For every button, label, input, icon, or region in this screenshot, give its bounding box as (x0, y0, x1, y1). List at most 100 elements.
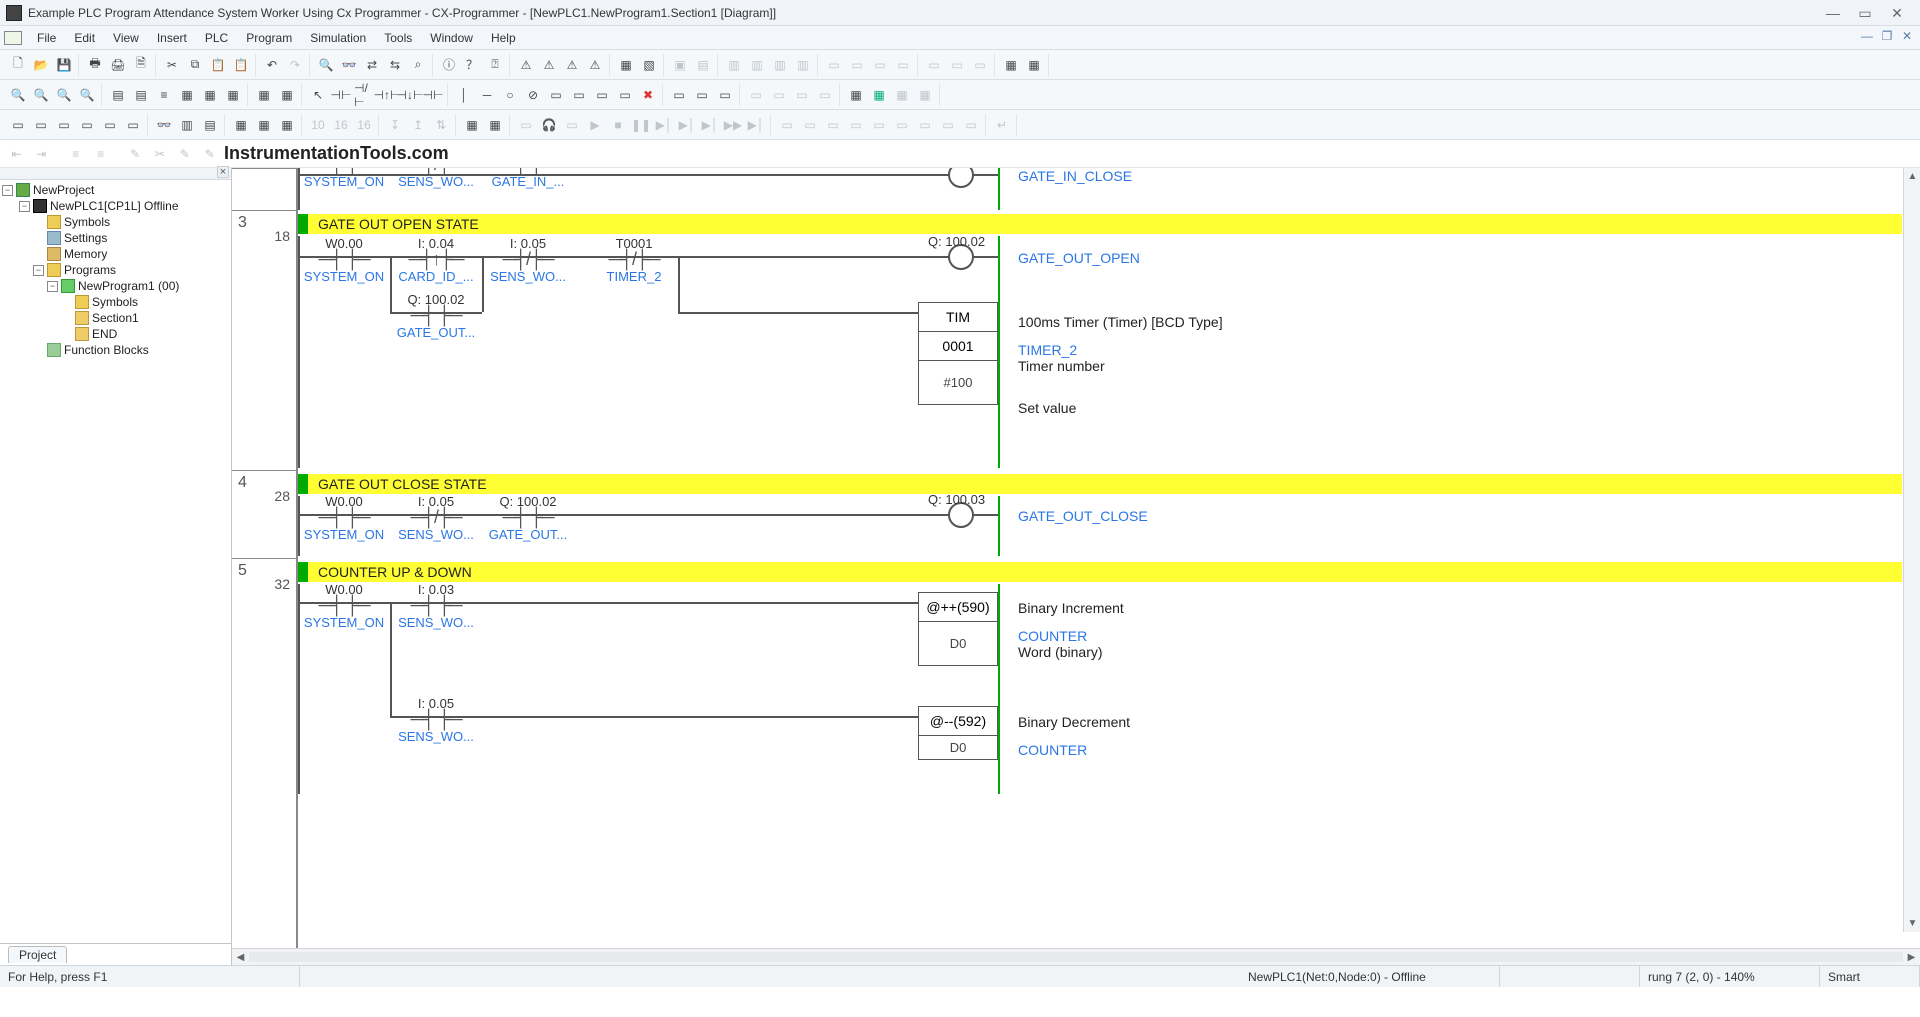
al-a-icon[interactable]: ≡ (65, 143, 86, 165)
vertical-scrollbar[interactable]: ▲ ▼ (1903, 168, 1920, 932)
menu-help[interactable]: Help (482, 28, 525, 48)
menu-file[interactable]: File (28, 28, 65, 48)
preview-icon[interactable]: 🖨 (107, 54, 129, 76)
find3-icon[interactable]: ⇄ (361, 54, 383, 76)
horizontal-scrollbar[interactable]: ◀ ▶ (232, 948, 1920, 965)
misc3-icon[interactable]: ✎ (174, 143, 195, 165)
grid1-icon[interactable]: ▦ (253, 84, 275, 106)
paste2-icon[interactable]: 📋 (230, 54, 252, 76)
step3-icon[interactable]: ▥ (769, 54, 791, 76)
copy-icon[interactable]: ⧉ (184, 54, 206, 76)
view1-icon[interactable]: ▤ (107, 84, 129, 106)
tree-memory[interactable]: Memory (2, 246, 229, 262)
w1-icon[interactable]: ▭ (7, 114, 29, 136)
y2-icon[interactable]: ▦ (253, 114, 275, 136)
pause-icon[interactable]: ❚❚ (630, 114, 652, 136)
al9-icon[interactable]: ▭ (960, 114, 982, 136)
contact[interactable]: I: 0.03─┤ ├─SENS_WO... (390, 582, 482, 630)
nls-icon[interactable]: ⊣↓⊢ (399, 84, 421, 106)
misc1-icon[interactable]: ✎ (125, 143, 146, 165)
al6-icon[interactable]: ▭ (891, 114, 913, 136)
scroll-track[interactable] (249, 952, 1903, 962)
project-tab[interactable]: Project (8, 946, 67, 963)
al5-icon[interactable]: ▭ (868, 114, 890, 136)
mdi-restore[interactable]: ❐ (1880, 29, 1894, 43)
paste-icon[interactable]: 📋 (207, 54, 229, 76)
mdi-close[interactable]: ✕ (1900, 29, 1914, 43)
mon2-icon[interactable]: ▭ (946, 54, 968, 76)
no-icon[interactable]: ⊣⊢ (330, 84, 352, 106)
contact[interactable]: W0.00─┤ ├─SYSTEM_ON (298, 236, 390, 284)
fn4-icon[interactable]: ▭ (614, 84, 636, 106)
zoom-in-icon[interactable]: 🔍 (7, 84, 29, 106)
menu-program[interactable]: Program (237, 28, 301, 48)
zoom3-icon[interactable]: 🔍 (53, 84, 75, 106)
contact[interactable]: I: 0.05─┤/├─SENS_WO... (482, 236, 574, 284)
ret-icon[interactable]: ↵ (991, 114, 1013, 136)
sk4-icon[interactable]: ▶▶ (722, 114, 744, 136)
warn2-icon[interactable]: ⚠ (538, 54, 560, 76)
grid2-icon[interactable]: ▦ (276, 84, 298, 106)
step2-icon[interactable]: ▥ (746, 54, 768, 76)
view3-icon[interactable]: ≡ (153, 84, 175, 106)
tree-settings[interactable]: Settings (2, 230, 229, 246)
io4-icon[interactable]: ▭ (892, 54, 914, 76)
menu-simulation[interactable]: Simulation (301, 28, 375, 48)
print2-icon[interactable]: 🗎 (130, 54, 152, 76)
x3-icon[interactable]: ▤ (199, 114, 221, 136)
r10-icon[interactable]: 10 (307, 114, 329, 136)
w3-icon[interactable]: ▭ (53, 114, 75, 136)
step1-icon[interactable]: ▥ (723, 54, 745, 76)
p1-icon[interactable]: ▭ (515, 114, 537, 136)
scroll-down[interactable]: ▼ (1904, 915, 1920, 932)
extra1-icon[interactable]: ⊣⊢ (422, 84, 444, 106)
r16a-icon[interactable]: 16 (330, 114, 352, 136)
fn2-icon[interactable]: ▭ (568, 84, 590, 106)
timer-box[interactable]: TIM 0001 #100 (918, 302, 998, 405)
menu-plc[interactable]: PLC (196, 28, 237, 48)
v3-icon[interactable]: ▦ (891, 84, 913, 106)
view6-icon[interactable]: ▦ (222, 84, 244, 106)
scroll-up[interactable]: ▲ (1904, 168, 1920, 185)
u4-icon[interactable]: ▭ (814, 84, 836, 106)
step4-icon[interactable]: ▥ (792, 54, 814, 76)
tree-root[interactable]: −NewProject (2, 182, 229, 198)
info-icon[interactable]: ⓘ (438, 54, 460, 76)
r16b-icon[interactable]: 16 (353, 114, 375, 136)
contact[interactable]: I: 0.05─┤ ├─SENS_WO... (390, 696, 482, 744)
project-pane-close[interactable]: × (217, 166, 229, 178)
x2-icon[interactable]: ▥ (176, 114, 198, 136)
y3-icon[interactable]: ▦ (276, 114, 298, 136)
new-icon[interactable]: 🗋 (7, 54, 29, 76)
contact[interactable]: W0.00─┤ ├─SYSTEM_ON (298, 494, 390, 542)
coil-icon[interactable]: ○ (499, 84, 521, 106)
play-icon[interactable]: ▶ (584, 114, 606, 136)
ladder-viewport[interactable]: 3 18 4 28 5 32 ─┤ ├─SYSTEM_ON ─┤/├─SENS_… (232, 168, 1920, 948)
run2-icon[interactable]: ▤ (692, 54, 714, 76)
v1-icon[interactable]: ▦ (845, 84, 867, 106)
indent-in-icon[interactable]: ⇥ (31, 143, 52, 165)
sk5-icon[interactable]: ▶│ (745, 114, 767, 136)
undo-icon[interactable]: ↶ (261, 54, 283, 76)
view4-icon[interactable]: ▦ (176, 84, 198, 106)
maximize-button[interactable]: ▭ (1858, 6, 1872, 20)
contact-branch[interactable]: Q: 100.02─┤ ├─GATE_OUT... (390, 292, 482, 340)
dec-box[interactable]: @--(592) D0 (918, 706, 998, 760)
misc2-icon[interactable]: ✂ (150, 143, 171, 165)
zoom4-icon[interactable]: 🔍 (76, 84, 98, 106)
tree-plc[interactable]: −NewPLC1[CP1L] Offline (2, 198, 229, 214)
p3-icon[interactable]: ▭ (561, 114, 583, 136)
view5-icon[interactable]: ▦ (199, 84, 221, 106)
mdi-minimize[interactable]: — (1860, 29, 1874, 43)
contact-system-on[interactable]: ─┤ ├─SYSTEM_ON (298, 168, 390, 189)
contact-sens-wo[interactable]: ─┤/├─SENS_WO... (390, 168, 482, 189)
coil-gate-in-close[interactable] (948, 168, 974, 188)
inc-box[interactable]: @++(590) D0 (918, 592, 998, 666)
w6-icon[interactable]: ▭ (122, 114, 144, 136)
tree-newprog[interactable]: −NewProgram1 (00) (2, 278, 229, 294)
w4-icon[interactable]: ▭ (76, 114, 98, 136)
find-icon[interactable]: 🔍 (315, 54, 337, 76)
warn3-icon[interactable]: ⚠ (561, 54, 583, 76)
tree-section1[interactable]: Section1 (2, 310, 229, 326)
stop-icon[interactable]: ■ (607, 114, 629, 136)
